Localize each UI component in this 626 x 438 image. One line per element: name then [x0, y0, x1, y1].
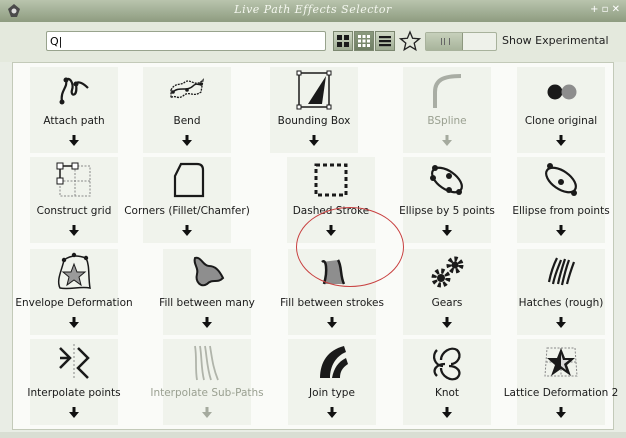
effect-bspline: BSpline — [393, 67, 501, 155]
arrow-down-icon[interactable] — [309, 135, 319, 146]
window-controls[interactable]: + ▫ ✕ — [590, 4, 620, 15]
attach-path-icon — [59, 77, 89, 105]
envelope-deformation-icon — [57, 252, 91, 290]
gears-icon — [431, 256, 464, 288]
view-small-grid-button[interactable] — [354, 31, 374, 51]
interpolate-points-icon — [59, 344, 90, 380]
arrow-down-icon[interactable] — [327, 407, 337, 418]
show-experimental-label: Show Experimental — [502, 34, 609, 47]
effect-knot[interactable]: Knot — [393, 339, 501, 427]
annotation-circle — [296, 207, 404, 287]
view-list-button[interactable] — [375, 31, 395, 51]
grid-small-icon — [358, 35, 370, 47]
effect-label: Attach path — [43, 115, 105, 127]
status-strip — [0, 432, 626, 438]
clone-original-icon — [547, 84, 577, 100]
effect-fill-between-many[interactable]: Fill between many — [153, 249, 261, 337]
effect-ellipse-5-points[interactable]: Ellipse by 5 points — [393, 157, 501, 245]
arrow-down-icon[interactable] — [556, 225, 566, 236]
effect-lattice-deformation-2[interactable]: Lattice Deformation 2 — [504, 339, 618, 427]
effect-label: Bounding Box — [277, 115, 351, 127]
effect-label: Clone original — [524, 115, 598, 127]
dashed-stroke-icon — [314, 163, 348, 197]
arrow-down-icon[interactable] — [182, 225, 192, 236]
arrow-down-icon — [202, 407, 212, 418]
toolbar: Show Experimental — [0, 22, 626, 62]
view-large-grid-button[interactable] — [333, 31, 353, 51]
bspline-icon — [433, 74, 462, 108]
effect-label: Ellipse by 5 points — [399, 205, 495, 217]
effect-bend[interactable]: Bend — [133, 67, 241, 155]
arrow-down-icon[interactable] — [69, 317, 79, 328]
arrow-down-icon[interactable] — [442, 317, 452, 328]
corners-icon — [173, 162, 205, 198]
window-title: Live Path Effects Selector — [234, 3, 392, 16]
effect-label: Envelope Deformation — [15, 297, 133, 309]
search-field[interactable] — [46, 31, 326, 51]
effect-label: Fill between strokes — [280, 297, 384, 309]
effect-interpolate-sub-paths: Interpolate Sub-Paths — [150, 339, 264, 427]
favorites-star-icon[interactable] — [399, 30, 421, 52]
effect-label: Ellipse from points — [512, 205, 610, 217]
effect-construct-grid[interactable]: Construct grid — [20, 157, 128, 245]
arrow-down-icon[interactable] — [69, 225, 79, 236]
effect-label: Join type — [309, 387, 355, 399]
arrow-down-icon[interactable] — [202, 317, 212, 328]
effect-clone-original[interactable]: Clone original — [507, 67, 615, 155]
search-input[interactable] — [50, 33, 310, 49]
fill-between-many-icon — [193, 256, 225, 287]
effect-interpolate-points[interactable]: Interpolate points — [20, 339, 128, 427]
effect-label: Interpolate points — [27, 387, 121, 399]
arrow-down-icon[interactable] — [69, 135, 79, 146]
knot-icon — [433, 347, 461, 381]
effect-join-type[interactable]: Join type — [278, 339, 386, 427]
effect-bounding-box[interactable]: Bounding Box — [260, 67, 368, 155]
effect-label: Interpolate Sub-Paths — [150, 387, 264, 399]
arrow-down-icon[interactable] — [442, 407, 452, 418]
list-icon — [379, 36, 391, 47]
effect-label: Construct grid — [36, 205, 112, 217]
effect-hatches-rough[interactable]: Hatches (rough) — [507, 249, 615, 337]
effects-grid: Attach path Bend Bounding Box BSpline Cl… — [12, 62, 618, 430]
bend-icon — [170, 78, 204, 100]
ellipse-5-points-icon — [430, 165, 463, 195]
lattice-deformation-icon — [544, 347, 578, 377]
toggle-knob[interactable] — [426, 33, 463, 50]
ellipse-from-points-icon — [545, 163, 577, 196]
arrow-down-icon — [442, 135, 452, 146]
effect-label: BSpline — [427, 115, 467, 127]
experimental-toggle[interactable] — [425, 32, 497, 51]
bounding-box-icon — [296, 70, 332, 110]
arrow-down-icon[interactable] — [327, 317, 337, 328]
interpolate-sub-paths-icon — [194, 345, 219, 381]
effect-ellipse-from-points[interactable]: Ellipse from points — [507, 157, 615, 245]
arrow-down-icon[interactable] — [556, 407, 566, 418]
effect-label: Fill between many — [159, 297, 255, 309]
effect-label: Hatches (rough) — [518, 297, 604, 309]
effect-label: Knot — [434, 387, 460, 399]
arrow-down-icon[interactable] — [69, 407, 79, 418]
arrow-down-icon[interactable] — [182, 135, 192, 146]
effect-label: Lattice Deformation 2 — [503, 387, 619, 399]
arrow-down-icon[interactable] — [556, 317, 566, 328]
hatches-icon — [547, 257, 576, 286]
effect-label: Gears — [431, 297, 463, 309]
effect-label: Corners (Fillet/Chamfer) — [124, 205, 250, 217]
title-bar: Live Path Effects Selector + ▫ ✕ — [0, 0, 626, 23]
effect-envelope-deformation[interactable]: Envelope Deformation — [15, 249, 133, 337]
grid-large-icon — [337, 35, 349, 47]
effect-corners[interactable]: Corners (Fillet/Chamfer) — [124, 157, 250, 245]
construct-grid-icon — [56, 162, 91, 197]
effect-attach-path[interactable]: Attach path — [20, 67, 128, 155]
arrow-down-icon[interactable] — [556, 135, 566, 146]
arrow-down-icon[interactable] — [442, 225, 452, 236]
join-type-icon — [320, 346, 348, 378]
effect-label: Bend — [173, 115, 201, 127]
effect-gears[interactable]: Gears — [393, 249, 501, 337]
